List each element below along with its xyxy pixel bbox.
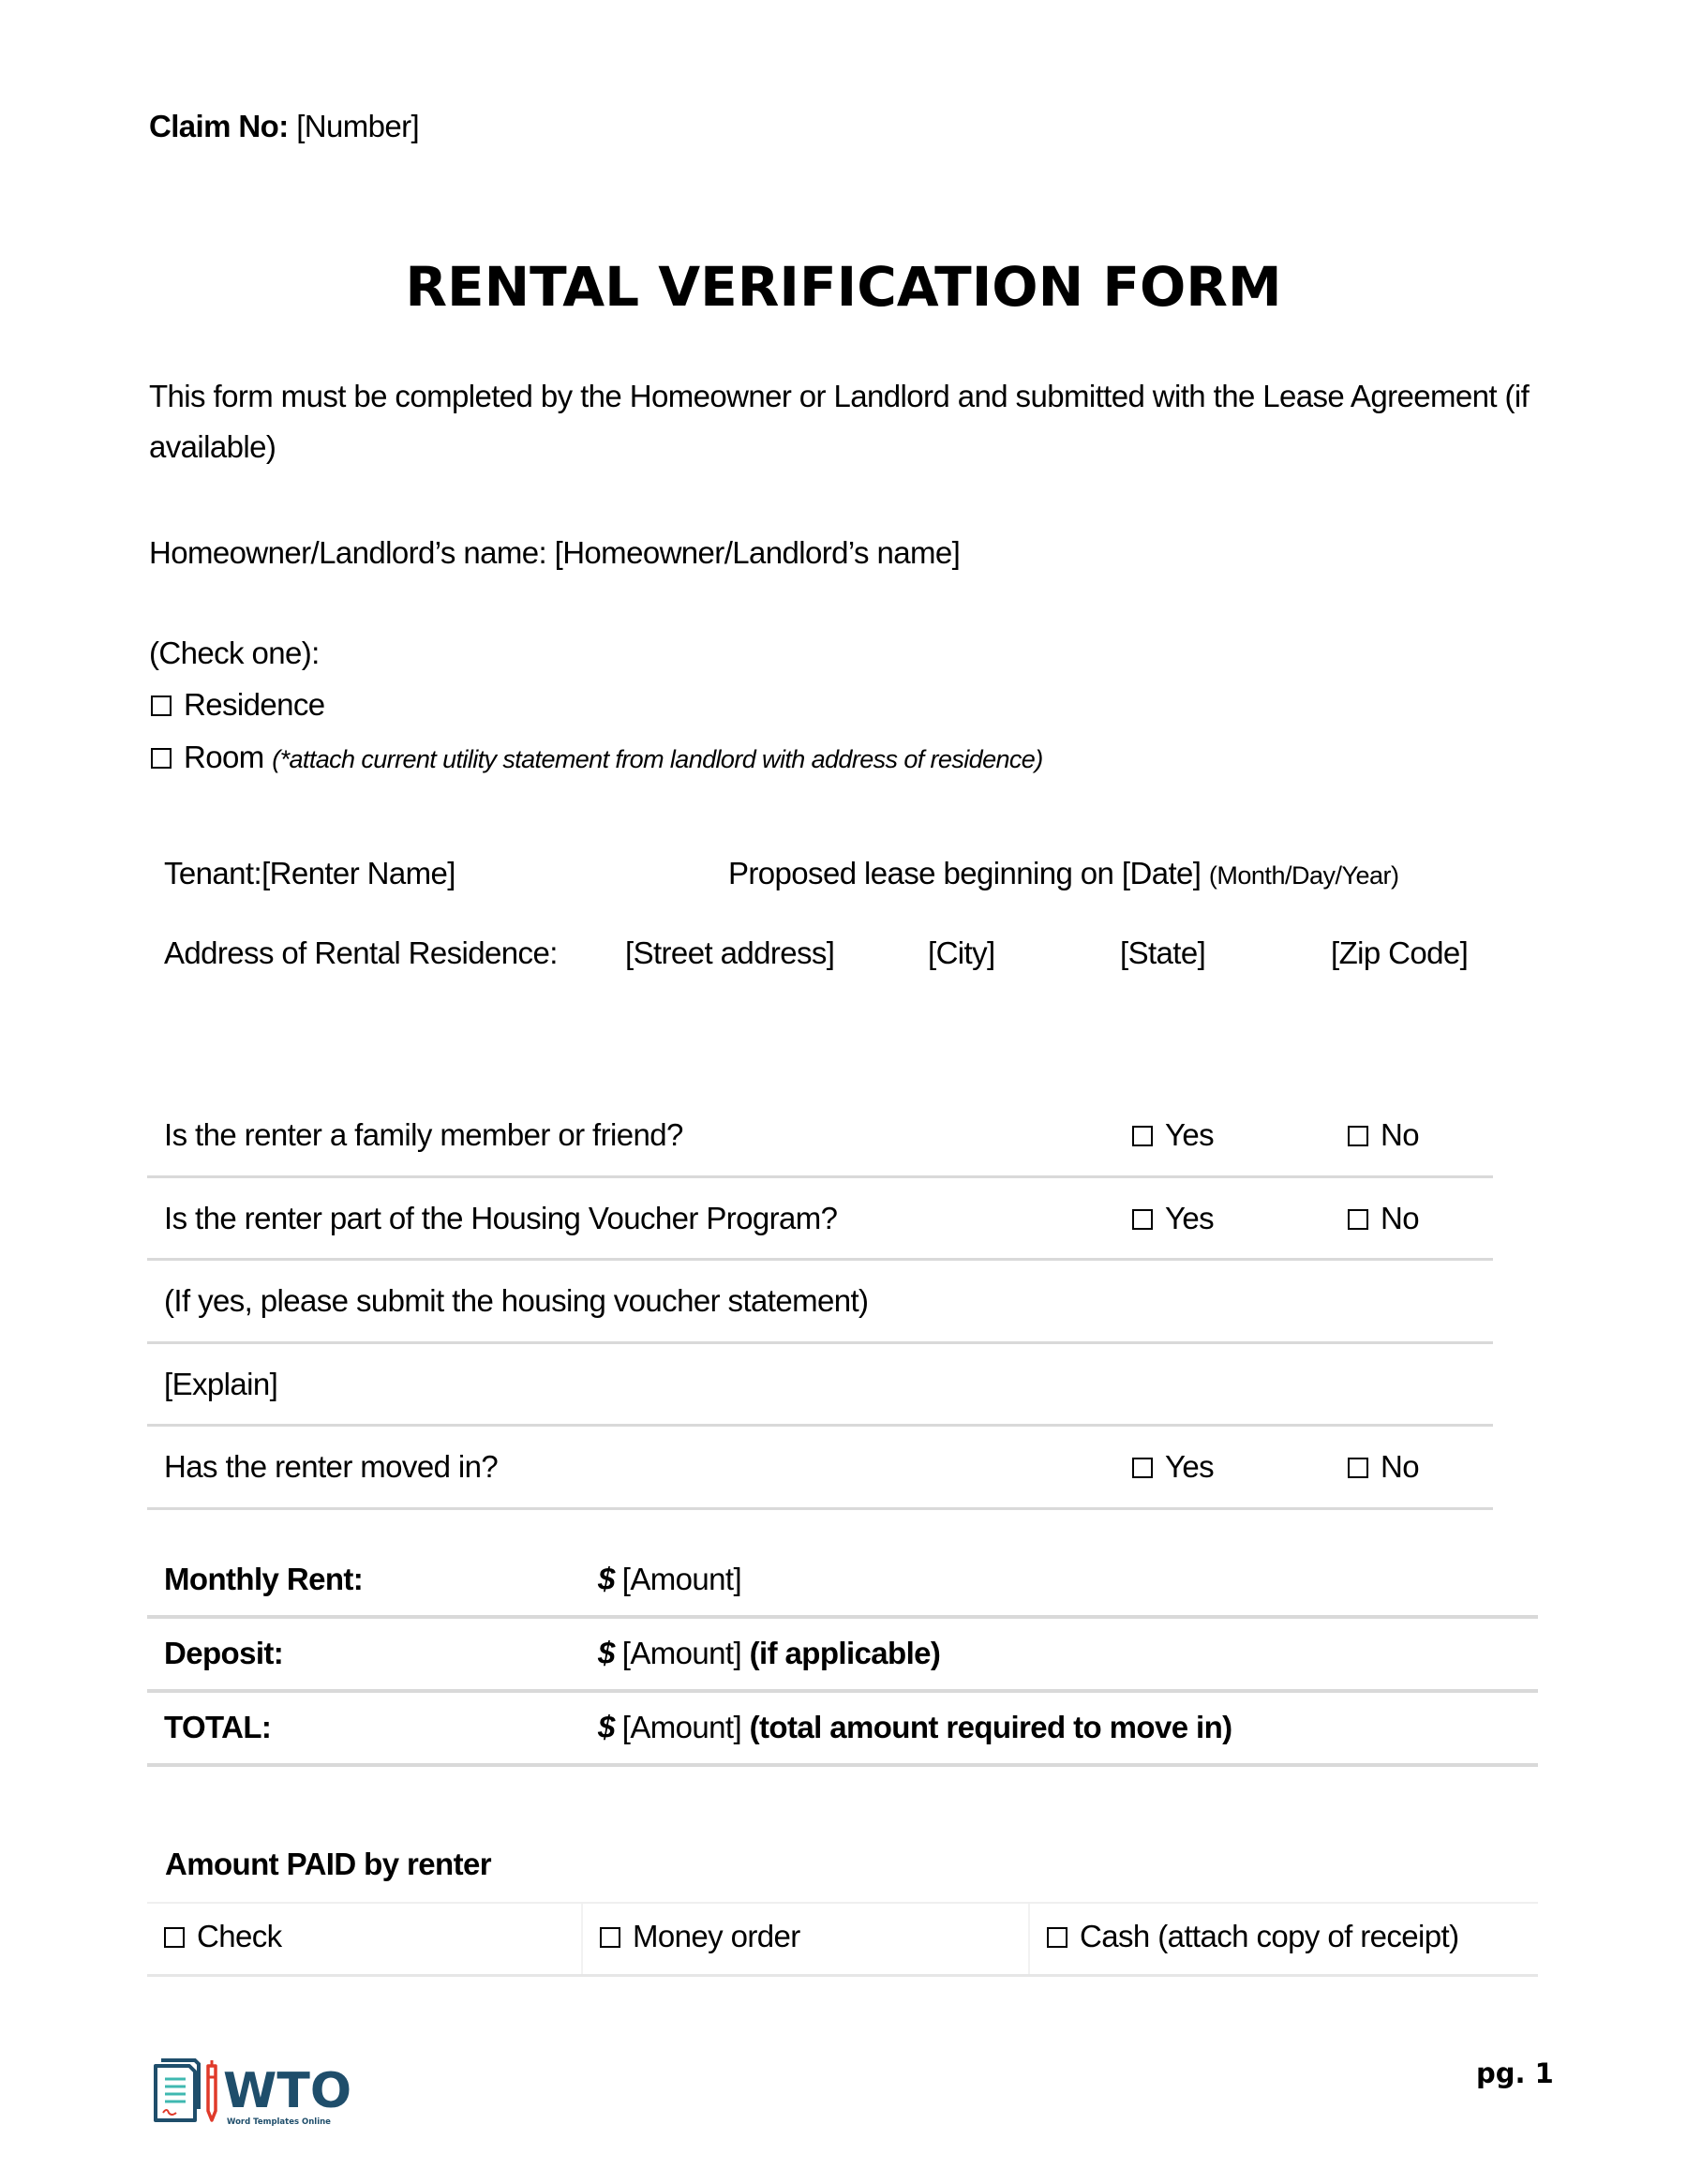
amounts-table: Monthly Rent: $ [Amount] Deposit: $ [Amoun… xyxy=(147,1545,1538,1767)
address-city[interactable]: [City] xyxy=(928,935,995,971)
yes-option[interactable]: Yes xyxy=(1132,1117,1215,1153)
question-row: [Explain] xyxy=(147,1344,1493,1427)
explain-field[interactable]: [Explain] xyxy=(164,1367,278,1402)
question-text: Has the renter moved in? xyxy=(164,1449,499,1484)
logo-subtext: Word Templates Online xyxy=(227,2117,331,2127)
amount-row-deposit: Deposit: $ [Amount] (if applicable) xyxy=(147,1619,1538,1693)
checkbox-icon[interactable] xyxy=(1348,1458,1368,1478)
no-label: No xyxy=(1381,1117,1420,1152)
claim-number: Claim No: [Number] xyxy=(149,109,420,144)
intro-text: This form must be completed by the Homeo… xyxy=(149,379,1530,464)
option-room[interactable]: Room (*attach current utility statement … xyxy=(151,740,1043,775)
amount-label: Monthly Rent: xyxy=(164,1562,364,1596)
yes-label: Yes xyxy=(1165,1117,1215,1152)
amount-row-monthly-rent: Monthly Rent: $ [Amount] xyxy=(147,1545,1538,1619)
checkbox-icon[interactable] xyxy=(600,1927,620,1948)
tenant-label: Tenant: xyxy=(164,856,262,890)
amount-placeholder[interactable]: [Amount] xyxy=(622,1710,742,1744)
checkbox-icon[interactable] xyxy=(1348,1126,1368,1146)
yes-label: Yes xyxy=(1165,1449,1215,1484)
landlord-name-row: Homeowner/Landlord’s name: [Homeowner/La… xyxy=(149,535,961,571)
currency-symbol: $ xyxy=(598,1710,615,1744)
page-number: pg. 1 xyxy=(1476,2057,1554,2089)
amount-placeholder[interactable]: [Amount] xyxy=(622,1562,742,1596)
amount-note: (if applicable) xyxy=(749,1636,941,1670)
payment-option-check[interactable]: Check xyxy=(147,1904,581,1974)
voucher-note: (If yes, please submit the housing vouch… xyxy=(164,1283,869,1318)
checkbox-icon[interactable] xyxy=(151,696,172,716)
address-label: Address of Rental Residence: xyxy=(164,935,558,970)
no-option[interactable]: No xyxy=(1348,1117,1420,1153)
amount-value[interactable]: $ [Amount] xyxy=(598,1562,742,1597)
payment-option-label: Check xyxy=(197,1919,282,1953)
wto-logo: WTO Word Templates Online xyxy=(152,2053,372,2137)
amount-label: Deposit: xyxy=(164,1636,284,1670)
landlord-name-label: Homeowner/Landlord’s name: xyxy=(149,535,547,570)
checkbox-icon[interactable] xyxy=(151,748,172,769)
no-label: No xyxy=(1381,1449,1420,1484)
amount-value[interactable]: $ [Amount] (total amount required to move… xyxy=(598,1710,1232,1745)
option-room-note: (*attach current utility statement from … xyxy=(272,745,1043,773)
logo-text: WTO xyxy=(223,2063,351,2119)
question-text: Is the renter a family member or friend? xyxy=(164,1117,683,1152)
question-row: Is the renter a family member or friend?… xyxy=(147,1095,1493,1178)
no-option[interactable]: No xyxy=(1348,1449,1420,1485)
amount-label: TOTAL: xyxy=(164,1710,272,1744)
payment-option-money-order[interactable]: Money order xyxy=(581,1904,1028,1974)
yes-option[interactable]: Yes xyxy=(1132,1200,1215,1236)
yes-label: Yes xyxy=(1165,1200,1215,1235)
address-zip[interactable]: [Zip Code] xyxy=(1331,935,1469,971)
option-residence[interactable]: Residence xyxy=(151,687,325,723)
payment-methods-table: Check Money order Cash (attach copy of r… xyxy=(147,1902,1538,1977)
checkbox-icon[interactable] xyxy=(1348,1208,1368,1230)
currency-symbol: $ xyxy=(598,1562,615,1596)
payment-title: Amount PAID by renter xyxy=(165,1847,492,1881)
lease-start-row: Proposed lease beginning on [Date] (Mont… xyxy=(728,856,1399,891)
claim-value[interactable]: [Number] xyxy=(296,109,420,143)
lease-date-format: (Month/Day/Year) xyxy=(1208,861,1399,890)
payment-option-cash[interactable]: Cash (attach copy of receipt) xyxy=(1028,1904,1538,1974)
tenant-value[interactable]: [Renter Name] xyxy=(261,856,455,890)
question-row: Has the renter moved in? Yes No xyxy=(147,1427,1493,1510)
check-one-label: (Check one): xyxy=(149,636,320,670)
no-label: No xyxy=(1381,1200,1420,1235)
checkbox-icon[interactable] xyxy=(1047,1927,1067,1948)
address-street[interactable]: [Street address] xyxy=(625,935,835,971)
checkbox-icon[interactable] xyxy=(1132,1208,1153,1230)
page-title: RENTAL VERIFICATION FORM xyxy=(405,255,1282,319)
option-room-label: Room xyxy=(184,740,264,774)
option-residence-label: Residence xyxy=(184,687,325,722)
amount-value[interactable]: $ [Amount] (if applicable) xyxy=(598,1636,941,1671)
checkbox-icon[interactable] xyxy=(1132,1458,1153,1478)
document-pen-logo-icon: WTO Word Templates Online xyxy=(154,2058,351,2127)
claim-label: Claim No: xyxy=(149,109,289,143)
no-option[interactable]: No xyxy=(1348,1200,1420,1236)
question-row: Is the renter part of the Housing Vouche… xyxy=(147,1178,1493,1261)
address-state[interactable]: [State] xyxy=(1120,935,1206,971)
checkbox-icon[interactable] xyxy=(164,1927,185,1948)
payment-option-label: Cash (attach copy of receipt) xyxy=(1080,1919,1459,1953)
question-row: (If yes, please submit the housing vouch… xyxy=(147,1261,1493,1344)
currency-symbol: $ xyxy=(598,1636,615,1670)
amount-note: (total amount required to move in) xyxy=(749,1710,1233,1744)
lease-start-value[interactable]: [Date] xyxy=(1122,856,1202,890)
payment-option-label: Money order xyxy=(633,1919,800,1953)
landlord-name-value[interactable]: [Homeowner/Landlord’s name] xyxy=(555,535,961,570)
yes-option[interactable]: Yes xyxy=(1132,1449,1215,1485)
checkbox-icon[interactable] xyxy=(1132,1126,1153,1146)
question-text: Is the renter part of the Housing Vouche… xyxy=(164,1200,838,1235)
amount-row-total: TOTAL: $ [Amount] (total amount required … xyxy=(147,1693,1538,1767)
lease-start-label: Proposed lease beginning on xyxy=(728,856,1114,890)
questions-table: Is the renter a family member or friend?… xyxy=(147,1095,1493,1510)
tenant-row: Tenant:[Renter Name] xyxy=(164,856,455,891)
amount-placeholder[interactable]: [Amount] xyxy=(622,1636,742,1670)
